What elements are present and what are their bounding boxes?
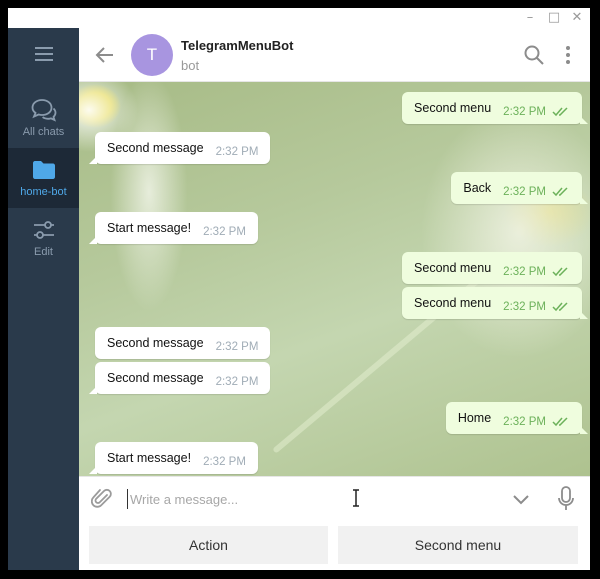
outgoing-message[interactable]: Home 2:32 PM	[445, 402, 589, 434]
message-text: Home	[457, 411, 492, 425]
message-time: 2:32 PM	[215, 376, 259, 388]
chat-header: T TelegramMenuBot bot	[79, 28, 590, 82]
double-check-icon	[552, 187, 568, 197]
title-bar: – □ ✕	[8, 8, 590, 28]
message-text: Start message!	[107, 451, 192, 465]
message-time: 2:32 PM	[203, 456, 246, 468]
incoming-message[interactable]: Start message! 2:32 PM	[89, 212, 258, 244]
message-list[interactable]: Second menu 2:32 PM Second message 2:32 PM B…	[79, 82, 590, 476]
sidebar-item-all-chats[interactable]: All chats	[8, 88, 79, 148]
message-text: Start message!	[107, 221, 192, 235]
outgoing-message[interactable]: Second menu 2:32 PM	[402, 92, 588, 124]
message-time: 2:32 PM	[503, 106, 546, 118]
search-icon[interactable]	[523, 44, 545, 66]
double-check-icon	[552, 267, 568, 277]
message-text: Back	[463, 181, 492, 195]
double-check-icon	[552, 417, 568, 427]
chat-bubbles-icon	[31, 99, 57, 122]
composer-bar	[79, 476, 590, 520]
incoming-message[interactable]: Start message! 2:32 PM	[89, 442, 258, 474]
message-text: Second menu	[414, 101, 492, 115]
message-text: Second menu	[414, 261, 492, 275]
double-check-icon	[552, 107, 568, 117]
message-text: Second menu	[414, 296, 492, 310]
outgoing-message[interactable]: Second menu 2:32 PM	[402, 252, 582, 284]
sidebar: All chats home-bot Edit	[8, 28, 79, 570]
message-text: Second message	[107, 371, 204, 385]
maximize-button[interactable]: □	[546, 10, 562, 26]
microphone-icon[interactable]	[557, 486, 575, 512]
sidebar-item-home-bot[interactable]: home-bot	[8, 148, 79, 208]
message-time: 2:32 PM	[503, 301, 546, 313]
message-time: 2:32 PM	[215, 341, 259, 353]
chevron-down-icon[interactable]	[511, 489, 531, 509]
message-time: 2:32 PM	[503, 416, 546, 428]
incoming-message[interactable]: Second message 2:32 PM	[88, 362, 271, 394]
message-input[interactable]	[127, 489, 447, 509]
text-cursor-icon	[353, 489, 359, 507]
sidebar-item-edit[interactable]: Edit	[8, 208, 79, 268]
sidebar-item-label: Edit	[34, 246, 53, 258]
chat-title[interactable]: TelegramMenuBot	[181, 38, 293, 53]
outgoing-message[interactable]: Second menu 2:32 PM	[402, 287, 588, 319]
bot-keyboard: Action Second menu	[79, 520, 590, 570]
message-time: 2:32 PM	[503, 186, 546, 198]
sidebar-item-label: All chats	[22, 126, 65, 138]
keyboard-button-action[interactable]: Action	[89, 526, 328, 564]
hamburger-icon[interactable]	[8, 34, 79, 74]
folder-icon	[33, 161, 55, 179]
message-time: 2:32 PM	[203, 226, 246, 238]
close-button[interactable]: ✕	[569, 10, 585, 26]
avatar[interactable]: T	[131, 34, 173, 76]
double-check-icon	[552, 302, 568, 312]
message-text: Second message	[107, 336, 204, 350]
app-window: – □ ✕ All chats home-bot Edit T Telegram…	[8, 8, 590, 570]
message-time: 2:32 PM	[503, 266, 546, 278]
paperclip-icon[interactable]	[91, 487, 113, 511]
chat-subtitle: bot	[181, 58, 200, 73]
back-arrow-icon[interactable]	[93, 43, 117, 67]
sliders-icon	[34, 221, 54, 239]
incoming-message[interactable]: Second message 2:32 PM	[95, 327, 271, 359]
minimize-button[interactable]: –	[522, 10, 538, 26]
more-vertical-icon[interactable]	[563, 44, 573, 66]
incoming-message[interactable]: Second message 2:32 PM	[88, 132, 271, 164]
message-time: 2:32 PM	[215, 146, 259, 158]
outgoing-message[interactable]: Back 2:32 PM	[451, 172, 588, 204]
keyboard-button-second-menu[interactable]: Second menu	[338, 526, 578, 564]
message-text: Second message	[107, 141, 204, 155]
sidebar-item-label: home-bot	[20, 186, 67, 198]
